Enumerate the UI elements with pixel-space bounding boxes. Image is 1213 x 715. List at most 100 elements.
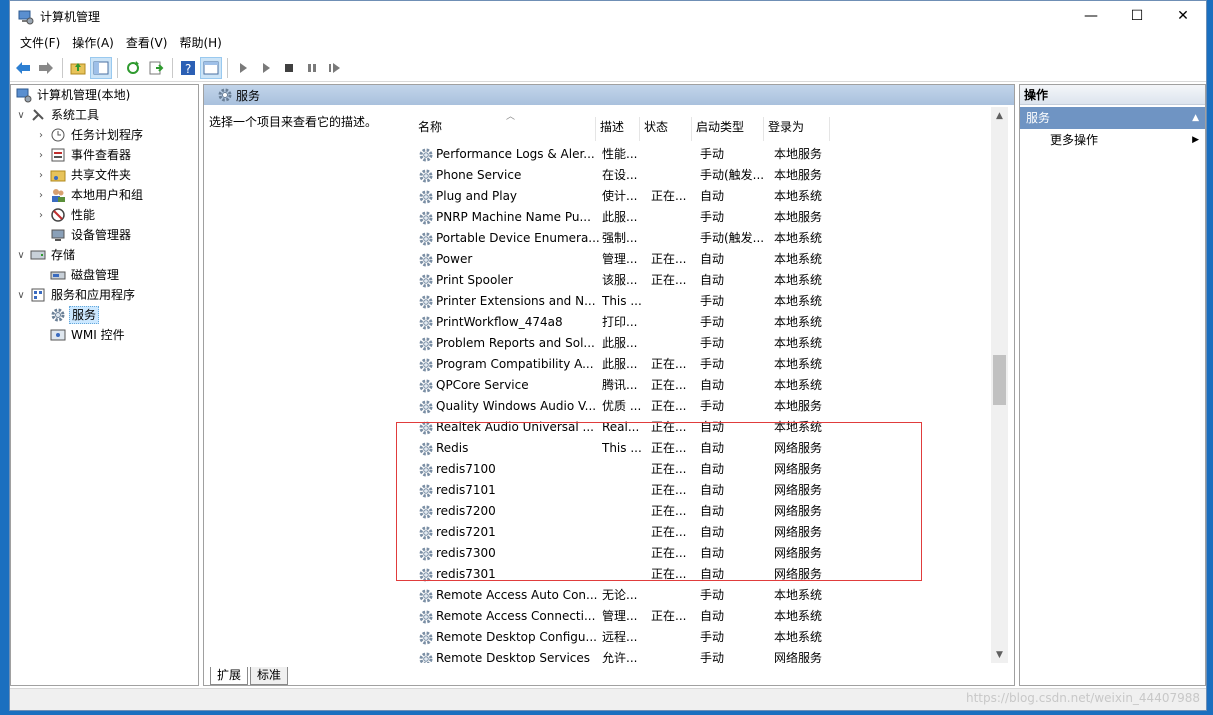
tree-item-disk-management[interactable]: 磁盘管理 [11, 265, 198, 285]
table-row[interactable]: redis7200 正在... 自动 网络服务 [414, 501, 1002, 522]
expand-open-icon[interactable]: ∨ [15, 290, 27, 301]
table-row[interactable]: redis7300 正在... 自动 网络服务 [414, 543, 1002, 564]
table-row[interactable]: Power 管理... 正在... 自动 本地系统 [414, 249, 1002, 270]
service-startup-type: 自动 [700, 567, 725, 581]
service-startup-type: 自动 [700, 483, 725, 497]
service-description: 该服... [602, 273, 638, 287]
expand-open-icon[interactable]: ∨ [15, 110, 27, 121]
column-startup-type[interactable]: 启动类型 [692, 117, 764, 141]
expand-open-icon[interactable]: ∨ [15, 250, 27, 261]
table-row[interactable]: QPCore Service 腾讯... 正在... 自动 本地系统 [414, 375, 1002, 396]
tree-item-system-tools[interactable]: ∨ 系统工具 [11, 105, 198, 125]
maximize-button[interactable]: ☐ [1114, 1, 1160, 31]
tree-label: 本地用户和组 [71, 188, 144, 202]
service-status: 正在... [651, 546, 687, 560]
service-status: 正在... [651, 273, 687, 287]
column-logon-as[interactable]: 登录为 [764, 117, 830, 141]
table-row[interactable]: Program Compatibility A... 此服... 正在... 手动 本地… [414, 354, 1002, 375]
up-folder-icon[interactable] [67, 57, 89, 79]
scroll-down-icon[interactable]: ▼ [991, 646, 1008, 663]
table-row[interactable]: Plug and Play 使计... 正在... 自动 本地系统 [414, 186, 1002, 207]
scroll-thumb[interactable] [993, 355, 1006, 405]
tab-standard[interactable]: 标准 [250, 667, 289, 685]
tree-item-device-manager[interactable]: 设备管理器 [11, 225, 198, 245]
table-row[interactable]: redis7100 正在... 自动 网络服务 [414, 459, 1002, 480]
tree-item-services[interactable]: 服务 [11, 305, 198, 325]
service-logon-as: 本地系统 [774, 189, 823, 203]
more-actions-item[interactable]: 更多操作 ▶ [1020, 129, 1205, 151]
table-row[interactable]: Remote Desktop Configu... 远程... 手动 本地系统 [414, 627, 1002, 648]
start-service-alt-icon[interactable] [255, 57, 277, 79]
table-row[interactable]: Remote Access Auto Con... 无论... 手动 本地系统 [414, 585, 1002, 606]
column-description[interactable]: 描述 [596, 117, 640, 141]
table-row[interactable]: Redis This ... 正在... 自动 网络服务 [414, 438, 1002, 459]
expand-closed-icon[interactable]: › [35, 170, 47, 181]
collapse-up-icon[interactable]: ▲ [1192, 107, 1199, 129]
menu-help[interactable]: 帮助(H) [173, 33, 227, 53]
tree-item-services-apps[interactable]: ∨ 服务和应用程序 [11, 285, 198, 305]
show-hide-tree-icon[interactable] [90, 56, 112, 79]
table-row[interactable]: Printer Extensions and N... This ... 手动 本地系… [414, 291, 1002, 312]
table-row[interactable]: redis7101 正在... 自动 网络服务 [414, 480, 1002, 501]
table-row[interactable]: Realtek Audio Universal ... Real... 正在... 自… [414, 417, 1002, 438]
table-row[interactable]: Portable Device Enumera... 强制... 手动(触发... 本… [414, 228, 1002, 249]
table-row[interactable]: Quality Windows Audio V... 优质 ... 正在... 手动 本… [414, 396, 1002, 417]
start-service-icon[interactable] [232, 57, 254, 79]
tree-item-wmi[interactable]: WMI 控件 [11, 325, 198, 345]
actions-section-services[interactable]: 服务 ▲ [1020, 107, 1205, 129]
tree-item-performance[interactable]: › 性能 [11, 205, 198, 225]
table-row[interactable]: Remote Access Connecti... 管理... 正在... 自动 本地系… [414, 606, 1002, 627]
expand-closed-icon[interactable]: › [35, 210, 47, 221]
column-name[interactable]: 名称 [414, 117, 596, 141]
table-row[interactable]: Print Spooler 该服... 正在... 自动 本地系统 [414, 270, 1002, 291]
service-description: This ... [602, 294, 642, 308]
pause-service-icon[interactable] [301, 57, 323, 79]
refresh-icon[interactable] [122, 57, 144, 79]
tree-item-task-scheduler[interactable]: › 任务计划程序 [11, 125, 198, 145]
table-row[interactable]: redis7301 正在... 自动 网络服务 [414, 564, 1002, 585]
close-button[interactable]: ✕ [1160, 1, 1206, 31]
column-status[interactable]: 状态 [640, 117, 692, 141]
title-bar[interactable]: 计算机管理 — ☐ ✕ [10, 1, 1206, 32]
tree-item-storage[interactable]: ∨ 存储 [11, 245, 198, 265]
service-status [651, 207, 693, 228]
tree-item-event-viewer[interactable]: › 事件查看器 [11, 145, 198, 165]
service-startup-type: 自动 [700, 462, 725, 476]
service-status [651, 648, 693, 663]
tree-item-local-users[interactable]: › 本地用户和组 [11, 185, 198, 205]
service-description: This ... [602, 441, 642, 455]
export-list-icon[interactable] [145, 57, 167, 79]
service-logon-as: 本地系统 [774, 588, 823, 602]
table-row[interactable]: Remote Desktop Services 允许... 手动 网络服务 [414, 648, 1002, 663]
menu-action[interactable]: 操作(A) [66, 33, 120, 53]
back-icon[interactable] [12, 57, 34, 79]
minimize-button[interactable]: — [1068, 1, 1114, 31]
vertical-scrollbar[interactable]: ▲ ▼ [991, 107, 1008, 663]
restart-service-icon[interactable] [324, 57, 346, 79]
tab-extended[interactable]: 扩展 [210, 667, 249, 685]
table-row[interactable]: Performance Logs & Aler... 性能... 手动 本地服务 [414, 144, 1002, 165]
menu-view[interactable]: 查看(V) [120, 33, 174, 53]
scroll-up-icon[interactable]: ▲ [991, 107, 1008, 124]
help-icon[interactable]: ? [177, 57, 199, 79]
expand-closed-icon[interactable]: › [35, 130, 47, 141]
submenu-arrow-icon: ▶ [1192, 135, 1199, 145]
menu-file[interactable]: 文件(F) [14, 33, 66, 53]
expand-closed-icon[interactable]: › [35, 190, 47, 201]
expand-closed-icon[interactable]: › [35, 150, 47, 161]
properties-pane-icon[interactable] [200, 56, 222, 79]
table-row[interactable]: redis7201 正在... 自动 网络服务 [414, 522, 1002, 543]
table-row[interactable]: Problem Reports and Sol... 此服... 手动 本地系统 [414, 333, 1002, 354]
tree-item-root[interactable]: 计算机管理(本地) [11, 85, 198, 105]
table-row[interactable]: PrintWorkflow_474a8 打印... 手动 本地系统 [414, 312, 1002, 333]
stop-service-icon[interactable] [278, 57, 300, 79]
service-startup-type: 自动 [700, 441, 725, 455]
table-row[interactable]: Phone Service 在设... 手动(触发... 本地服务 [414, 165, 1002, 186]
tree-item-shared-folders[interactable]: › 共享文件夹 [11, 165, 198, 185]
service-startup-type: 自动 [700, 525, 725, 539]
service-name: Print Spooler [436, 273, 513, 287]
wmi-icon [50, 327, 66, 343]
service-description: 此服... [602, 210, 638, 224]
forward-icon[interactable] [35, 57, 57, 79]
table-row[interactable]: PNRP Machine Name Pu... 此服... 手动 本地服务 [414, 207, 1002, 228]
